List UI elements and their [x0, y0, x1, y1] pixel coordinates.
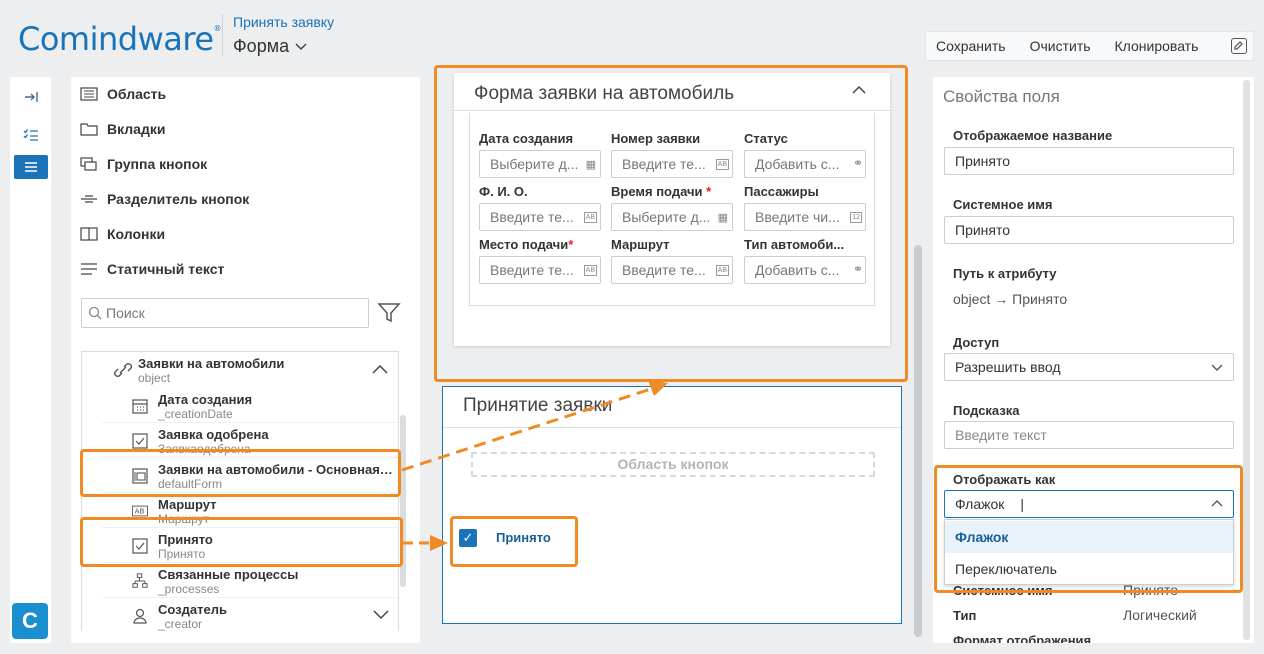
chevron-down-icon[interactable]	[373, 610, 389, 620]
list-icon	[79, 86, 99, 102]
component-tabs[interactable]: Вкладки	[79, 121, 165, 137]
list-icon[interactable]	[14, 155, 48, 179]
component-area[interactable]: Область	[79, 86, 166, 102]
highlight-display-as	[934, 465, 1243, 593]
breadcrumb-link[interactable]: Принять заявку	[233, 14, 334, 30]
accept-card-title: Принятие заявки	[463, 395, 613, 416]
format-label: Формат отображения	[953, 633, 1092, 643]
hint-input[interactable]: Введите текст	[944, 421, 1234, 449]
form-selector[interactable]: Форма	[233, 36, 307, 57]
component-button-divider[interactable]: Разделитель кнопок	[79, 191, 249, 207]
save-button[interactable]: Сохранить	[936, 38, 1006, 54]
text-icon	[79, 261, 99, 277]
display-name-label: Отображаемое название	[953, 128, 1113, 143]
component-static-text[interactable]: Статичный текст	[79, 261, 224, 277]
properties-title: Свойства поля	[943, 87, 1060, 106]
attribute-path-value: object → Принято	[953, 291, 1068, 307]
checkbox-icon	[132, 433, 148, 449]
header-divider	[222, 14, 223, 56]
filter-icon[interactable]	[377, 302, 401, 324]
system-name-label: Системное имя	[953, 197, 1053, 212]
link-icon	[114, 363, 132, 377]
highlight-accepted-checkbox	[450, 516, 578, 567]
highlight-accepted-item	[80, 517, 403, 567]
comindware-logo: Comindware®	[18, 20, 221, 58]
properties-scrollbar[interactable]	[1243, 80, 1250, 640]
component-button-group[interactable]: Группа кнопок	[79, 156, 207, 172]
user-icon	[132, 608, 148, 624]
form-title: Форма	[233, 36, 290, 56]
clear-button[interactable]: Очистить	[1030, 38, 1091, 54]
component-columns[interactable]: Колонки	[79, 226, 165, 242]
access-select[interactable]: Разрешить ввод	[944, 353, 1234, 381]
collapse-icon[interactable]	[14, 85, 48, 109]
attribute-path-label: Путь к атрибуту	[953, 266, 1057, 281]
canvas-scrollbar[interactable]	[914, 245, 922, 637]
tree-item-creator[interactable]: Создатель _creator	[102, 598, 398, 631]
process-icon	[132, 573, 148, 589]
type-label: Тип	[953, 608, 977, 623]
clone-button[interactable]: Клонировать	[1115, 38, 1199, 54]
folder-icon	[79, 121, 99, 137]
comindware-c-logo[interactable]: C	[12, 603, 48, 639]
chevron-up-icon[interactable]	[372, 364, 388, 374]
highlight-default-form-item	[80, 449, 401, 497]
checklist-icon[interactable]	[14, 123, 48, 147]
highlight-form-card	[434, 65, 908, 382]
divider-icon	[79, 191, 99, 207]
search-input[interactable]: Поиск	[81, 298, 369, 328]
toolbar: Сохранить Очистить Клонировать	[925, 31, 1254, 61]
svg-text:AB: AB	[135, 507, 145, 516]
button-group-icon	[79, 156, 99, 172]
type-value: Логический	[1123, 607, 1197, 623]
chevron-down-icon	[295, 42, 307, 50]
button-area-dropzone[interactable]: Область кнопок	[471, 452, 875, 477]
columns-icon	[79, 226, 99, 242]
system-name-input[interactable]: Принято	[944, 216, 1234, 244]
display-name-input[interactable]: Принято	[944, 147, 1234, 175]
hint-label: Подсказка	[953, 403, 1020, 418]
search-icon	[88, 306, 102, 320]
edit-icon[interactable]	[1231, 38, 1247, 54]
accept-request-card[interactable]: Принятие заявки Область кнопок ✓ Принято	[442, 386, 902, 624]
calendar-icon	[132, 398, 148, 414]
tree-root[interactable]: Заявки на автомобили object	[82, 352, 398, 388]
tree-item-creation-date[interactable]: Дата создания _creationDate	[102, 388, 398, 423]
left-icon-strip: C	[10, 77, 51, 643]
chevron-down-icon	[1211, 364, 1223, 371]
tree-item-processes[interactable]: Связанные процессы _processes	[102, 563, 398, 598]
access-label: Доступ	[953, 335, 1000, 350]
card-divider	[443, 427, 901, 428]
